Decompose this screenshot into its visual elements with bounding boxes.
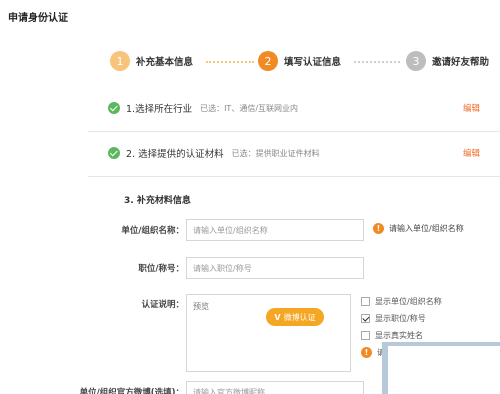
checkbox-icon[interactable] (361, 314, 370, 323)
step-connector-2 (354, 61, 400, 63)
step-2-number: 2 (258, 51, 278, 71)
checkbox-icon[interactable] (361, 297, 370, 306)
official-weibo-label: 单位/组织官方微博(选填)： (79, 388, 184, 394)
section-industry: 1.选择所在行业 已选：IT、通信/互联网业内 编辑 (108, 97, 498, 119)
check-icon (108, 102, 120, 114)
section-materials-title: 2. 选择提供的认证材料 (126, 149, 224, 160)
step-3: 3 邀请好友帮助 (406, 51, 489, 71)
section-materials: 2. 选择提供的认证材料 已选：提供职业证件材料 编辑 (108, 142, 498, 164)
section-industry-title: 1.选择所在行业 (126, 104, 193, 115)
unit-name-input[interactable]: 请输入单位/组织名称 (186, 219, 364, 241)
warning-icon: ! (373, 223, 384, 234)
edit-industry-link[interactable]: 编辑 (463, 102, 480, 114)
step-2: 2 填写认证信息 (258, 51, 341, 71)
option-show-realname-label: 显示真实姓名 (375, 331, 423, 340)
overlay-panel (382, 342, 500, 394)
step-1-label: 补充基本信息 (136, 57, 194, 68)
section-materials-summary: 已选：提供职业证件材料 (231, 148, 320, 158)
step-3-label: 邀请好友帮助 (432, 57, 490, 68)
page-title: 申请身份认证 (8, 13, 68, 24)
weibo-verify-button[interactable]: V 微博认证 (266, 308, 324, 326)
description-textarea[interactable]: 预览 (186, 294, 351, 372)
edit-materials-link[interactable]: 编辑 (463, 147, 480, 159)
option-show-position[interactable]: 显示职位/称号 (361, 313, 426, 324)
step-connector-1 (206, 61, 254, 63)
checkbox-icon[interactable] (361, 331, 370, 340)
option-show-realname[interactable]: 显示真实姓名 (361, 330, 423, 341)
position-input[interactable]: 请输入职位/称号 (186, 257, 364, 279)
warning-icon: ! (361, 347, 372, 358)
divider (88, 176, 500, 177)
unit-name-hint: ! 请输入单位/组织名称 (373, 223, 464, 234)
official-weibo-input[interactable]: 请输入官方微博昵称 (186, 381, 364, 394)
option-show-unit-label: 显示单位/组织名称 (375, 297, 442, 306)
option-show-unit[interactable]: 显示单位/组织名称 (361, 296, 442, 307)
description-placeholder: 预览 (193, 302, 209, 311)
description-label: 认证说明： (141, 300, 184, 310)
option-show-position-label: 显示职位/称号 (375, 314, 426, 323)
section-supplement-title: 3. 补充材料信息 (124, 196, 191, 206)
position-label: 职位/称号： (138, 264, 184, 274)
section-industry-summary: 已选：IT、通信/互联网业内 (200, 103, 299, 113)
divider (88, 131, 500, 132)
step-3-number: 3 (406, 51, 426, 71)
unit-name-hint-text: 请输入单位/组织名称 (389, 224, 464, 233)
check-icon (108, 147, 120, 159)
step-1: 1 补充基本信息 (110, 51, 193, 71)
step-1-number: 1 (110, 51, 130, 71)
weibo-verify-label: 微博认证 (283, 312, 316, 322)
progress-steps: 1 补充基本信息 2 填写认证信息 3 邀请好友帮助 (110, 51, 495, 73)
step-2-label: 填写认证信息 (284, 57, 342, 68)
weibo-v-icon: V (274, 312, 281, 322)
unit-name-label: 单位/组织名称： (121, 226, 184, 236)
